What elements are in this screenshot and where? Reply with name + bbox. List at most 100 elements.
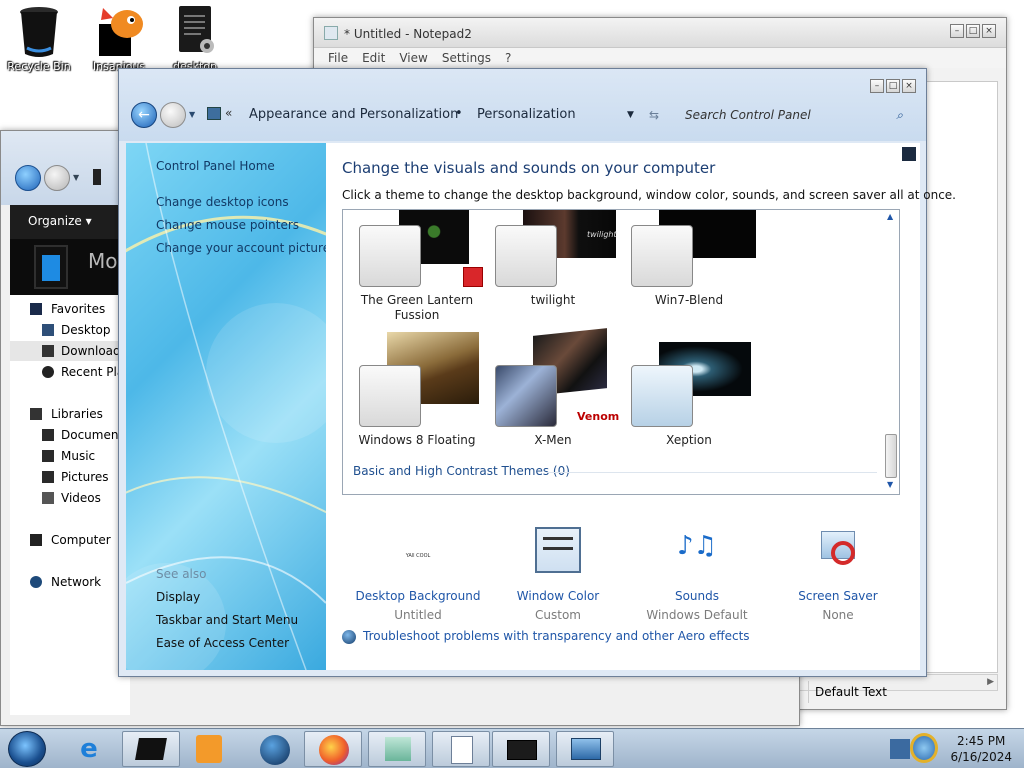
taskbar-button-firefox[interactable] (304, 731, 362, 767)
control-panel-home-link[interactable]: Control Panel Home (156, 159, 275, 173)
sounds-item[interactable]: ♪♫ Sounds Windows Default (632, 531, 762, 622)
basic-high-contrast-group-header[interactable]: Basic and High Contrast Themes (0) (353, 464, 570, 478)
display-link[interactable]: Display (156, 590, 200, 604)
address-dropdown-icon[interactable]: ▼ (627, 103, 634, 127)
notepad-titlebar[interactable]: * Untitled - Notepad2 – □ × (314, 18, 1006, 48)
theme-badge-icon (463, 267, 483, 287)
refresh-icon[interactable]: ⇆ (649, 103, 659, 127)
window-color-item[interactable]: Window Color Custom (493, 527, 623, 622)
taskbar-button-media[interactable] (492, 731, 550, 767)
scrollbar-thumb[interactable] (885, 434, 897, 478)
theme-list-scrollbar[interactable]: ▲ ▼ (883, 212, 899, 492)
personalization-window[interactable]: – □ × ← ▼ « Appearance and Personalizati… (118, 68, 956, 677)
menu-edit[interactable]: Edit (362, 48, 385, 68)
ease-of-access-link[interactable]: Ease of Access Center (156, 636, 289, 650)
desktop-background-item[interactable]: YAll COOL Desktop Background Untitled (353, 553, 483, 622)
network-globe-icon (30, 576, 42, 588)
change-account-picture-link[interactable]: Change your account picture (156, 241, 326, 255)
menu-file[interactable]: File (328, 48, 348, 68)
menu-view[interactable]: View (399, 48, 427, 68)
search-placeholder: Search Control Panel (685, 108, 811, 122)
start-button[interactable] (8, 731, 46, 767)
desktop-icon-label: Recycle Bin (7, 60, 71, 73)
sounds-link[interactable]: Sounds (632, 589, 762, 603)
desktop-background-link[interactable]: Desktop Background (353, 589, 483, 603)
device-icon (34, 245, 68, 289)
taskbar: e 2:45 PM 6/16/2024 (0, 728, 1024, 768)
maximize-button[interactable]: □ (886, 79, 900, 93)
breadcrumb-appearance[interactable]: Appearance and Personalization (249, 103, 458, 127)
window-color-link[interactable]: Window Color (493, 589, 623, 603)
nav-label: Network (51, 575, 102, 589)
help-icon[interactable] (902, 147, 916, 161)
forward-arrow-icon[interactable] (160, 102, 186, 128)
search-icon[interactable]: ⌕ (896, 103, 903, 127)
theme-list[interactable]: The Green Lantern Fussion twilight twili… (342, 209, 900, 495)
action-center-icon[interactable] (890, 739, 910, 759)
screen-saver-icon (817, 527, 861, 571)
troubleshoot-icon (342, 630, 356, 644)
desktop-shortcut-icon[interactable]: desktop (160, 4, 230, 73)
notepad-app-icon (324, 26, 338, 40)
documents-icon (42, 429, 54, 441)
scroll-up-arrow-icon[interactable]: ▲ (887, 212, 893, 221)
minimize-button[interactable]: – (870, 79, 884, 93)
breadcrumb-personalization[interactable]: Personalization (477, 103, 576, 127)
recycle-bin-icon[interactable]: Recycle Bin (4, 4, 74, 73)
nav-label: Desktop (61, 323, 111, 337)
change-desktop-icons-link[interactable]: Change desktop icons (156, 195, 289, 209)
taskbar-button-app[interactable] (368, 731, 426, 767)
scroll-down-arrow-icon[interactable]: ▼ (887, 480, 893, 489)
screen-saver-link[interactable]: Screen Saver (773, 589, 903, 603)
screen-saver-item[interactable]: Screen Saver None (773, 531, 903, 622)
internet-explorer-icon[interactable]: e (72, 733, 106, 765)
sounds-music-notes-icon: ♪♫ (677, 531, 717, 561)
ie-tray-icon[interactable] (910, 733, 938, 763)
taskbar-start-menu-link[interactable]: Taskbar and Start Menu (156, 613, 298, 627)
theme-window-preview (631, 225, 693, 287)
explorer-details-band: Mo (10, 239, 130, 295)
nav-label: Recent Pla (61, 365, 125, 379)
change-mouse-pointers-link[interactable]: Change mouse pointers (156, 218, 299, 232)
maximize-button[interactable]: □ (966, 24, 980, 38)
system-clock[interactable]: 2:45 PM 6/16/2024 (950, 733, 1012, 765)
close-button[interactable]: × (982, 24, 996, 38)
recent-pages-dropdown-icon[interactable]: ▼ (189, 110, 195, 119)
media-player-icon[interactable] (196, 735, 222, 763)
theme-item-xeption[interactable]: Xeption (621, 332, 757, 452)
theme-item-windows-8-floating[interactable]: Windows 8 Floating (349, 332, 485, 452)
theme-name: Xeption (666, 433, 712, 447)
explorer-toolbar: Organize ▾ (10, 205, 130, 239)
trash-icon (20, 7, 58, 57)
nav-label: Computer (51, 533, 111, 547)
theme-item-green-lantern[interactable]: The Green Lantern Fussion (349, 210, 485, 322)
troubleshoot-aero-link[interactable]: Troubleshoot problems with transparency … (363, 629, 750, 643)
back-arrow-icon[interactable] (15, 165, 41, 191)
forward-arrow-icon[interactable] (44, 165, 70, 191)
taskbar-button-control-panel[interactable] (556, 731, 614, 767)
breadcrumb-separator-icon[interactable]: • (455, 102, 463, 126)
music-icon (42, 450, 54, 462)
globe-app-icon[interactable] (260, 735, 290, 765)
nav-label: Pictures (61, 470, 109, 484)
folder-icon (93, 169, 101, 185)
menu-settings[interactable]: Settings (442, 48, 491, 68)
taskbar-button-notepad[interactable] (432, 731, 490, 767)
theme-item-x-men[interactable]: Venom X-Men (485, 328, 621, 452)
organize-button[interactable]: Organize ▾ (28, 214, 92, 228)
monitor-icon (507, 740, 537, 760)
desktop-background-icon: YAll COOL (405, 553, 431, 559)
status-bar-text: Default Text (808, 681, 994, 703)
close-button[interactable]: × (902, 79, 916, 93)
theme-item-win7-blend[interactable]: Win7-Blend (621, 210, 757, 320)
theme-item-twilight[interactable]: twilight twilight (485, 210, 621, 320)
history-dropdown-icon[interactable]: ▼ (73, 173, 79, 182)
nav-downloads[interactable]: Downloads (10, 341, 130, 361)
search-box[interactable]: Search Control Panel ⌕ (675, 103, 915, 127)
minimize-button[interactable]: – (950, 24, 964, 38)
sounds-value: Windows Default (646, 608, 748, 622)
theme-name: twilight (530, 293, 576, 307)
menu-help[interactable]: ? (505, 48, 511, 68)
taskbar-button-explorer[interactable] (122, 731, 180, 767)
back-arrow-icon[interactable]: ← (131, 102, 157, 128)
